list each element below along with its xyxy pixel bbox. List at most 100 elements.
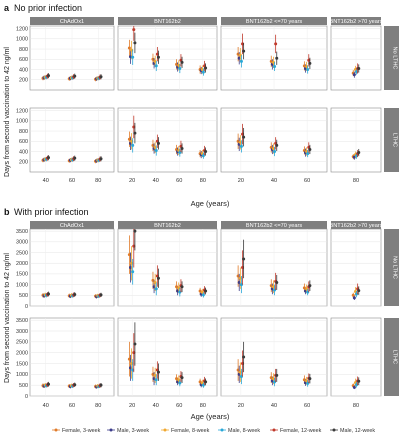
data-point	[73, 156, 77, 160]
data-point	[273, 64, 277, 68]
legend-marker	[54, 428, 58, 432]
x-tick-label: 20	[238, 178, 244, 184]
data-point	[133, 229, 137, 233]
legend-marker	[109, 428, 113, 432]
y-tick-label: 2500	[16, 340, 28, 346]
data-point	[133, 342, 137, 346]
panel-b-x-label: Age (years)	[191, 412, 230, 421]
y-tick-label: 2000	[16, 261, 28, 267]
y-tick-label: 1000	[16, 119, 28, 125]
data-point	[242, 257, 246, 261]
x-tick-label: 60	[69, 178, 75, 184]
data-point	[99, 157, 103, 161]
y-tick-label: 3500	[16, 318, 28, 324]
y-tick-label: 2500	[16, 250, 28, 256]
data-point	[275, 143, 279, 147]
data-point	[154, 287, 158, 291]
panel-b-grid: ChAdOx1 0 500 1000 1500 2000 2500 3000 3500 0 500 1…	[16, 221, 399, 409]
data-point	[204, 380, 208, 384]
data-point	[242, 355, 246, 359]
data-point	[357, 289, 361, 293]
legend-marker	[332, 428, 336, 432]
data-point	[275, 56, 279, 60]
data-point	[180, 376, 184, 380]
x-tick-label: 60	[304, 178, 310, 184]
data-point	[156, 141, 160, 145]
y-tick-label: 800	[19, 129, 28, 135]
data-point	[99, 75, 103, 79]
data-point	[352, 73, 356, 77]
column-header-label: BNT162b2	[154, 19, 181, 25]
data-point	[275, 373, 279, 377]
data-point	[99, 293, 103, 297]
data-point	[133, 41, 137, 45]
column-header-label: ChAdOx1	[60, 223, 84, 229]
data-point	[154, 64, 158, 68]
panel-b-y-label: Days from second vaccination to 42 ng/ml	[4, 253, 11, 383]
y-tick-label: 1000	[16, 282, 28, 288]
data-point	[273, 150, 277, 154]
x-tick-label: 40	[43, 178, 49, 184]
data-point	[239, 59, 243, 63]
data-point	[308, 377, 312, 381]
figure-canvas: a No prior infection Days from second va…	[4, 3, 399, 434]
data-point	[178, 381, 182, 385]
legend-label: Male, 3-week	[117, 428, 149, 434]
x-tick-label: 40	[153, 178, 159, 184]
data-point	[180, 146, 184, 150]
legend-label: Female, 3-week	[62, 428, 101, 434]
x-tick-label: 20	[238, 403, 244, 409]
x-tick-label: 40	[271, 403, 277, 409]
data-point	[306, 68, 310, 72]
y-tick-label: 200	[19, 160, 28, 166]
legend-marker	[220, 428, 224, 432]
y-tick-label: 3000	[16, 329, 28, 335]
row-header-label: No LTHC	[392, 47, 398, 70]
column-header-label: BNT162b2 >70 years	[329, 19, 382, 25]
data-point	[47, 156, 50, 160]
y-tick-label: 400	[19, 67, 28, 73]
data-point	[180, 285, 184, 289]
panel-b-title: With prior infection	[14, 207, 89, 217]
panel-a-y-label: Days from second vaccination to 42 ng/ml	[4, 47, 11, 177]
y-tick-label: 600	[19, 139, 28, 145]
data-point	[357, 66, 361, 70]
data-point	[204, 289, 208, 293]
x-tick-label: 20	[129, 178, 135, 184]
data-point	[180, 60, 184, 64]
x-tick-label: 60	[176, 403, 182, 409]
column-header-label: ChAdOx1	[60, 19, 84, 25]
data-point	[201, 293, 205, 297]
data-point	[308, 61, 312, 65]
y-tick-label: 500	[19, 383, 28, 389]
data-point	[154, 148, 158, 152]
legend: Female, 3-week Male, 3-week Female, 8-week…	[52, 428, 375, 434]
y-tick-label: 1500	[16, 361, 28, 367]
column-header-label: BNT162b2 <=70 years	[246, 19, 302, 25]
y-tick-label: 500	[19, 293, 28, 299]
y-tick-label: 800	[19, 47, 28, 53]
panel-b: b With prior infection Days from second …	[4, 207, 399, 421]
data-point	[204, 66, 208, 70]
legend-label: Female, 8-week	[171, 428, 210, 434]
data-point	[357, 379, 361, 383]
row-header-label: LTHC	[392, 133, 398, 147]
column-header-label: BNT162b2 <=70 years	[246, 223, 302, 229]
data-point	[242, 49, 246, 53]
data-point	[131, 55, 135, 59]
legend-label: Male, 12-week	[340, 428, 375, 434]
data-point	[132, 28, 136, 32]
x-tick-label: 80	[95, 178, 101, 184]
panel-a-letter: a	[4, 3, 10, 13]
data-point	[47, 74, 50, 78]
data-point	[308, 284, 312, 288]
data-point	[239, 144, 243, 148]
data-point	[47, 292, 50, 296]
data-point	[156, 370, 160, 374]
x-tick-label: 20	[129, 403, 135, 409]
y-tick-label: 0	[25, 304, 28, 310]
x-tick-label: 80	[353, 178, 359, 184]
column-header-label: BNT162b2 >70 years	[329, 223, 382, 229]
data-point	[357, 151, 361, 155]
data-point	[156, 276, 160, 280]
